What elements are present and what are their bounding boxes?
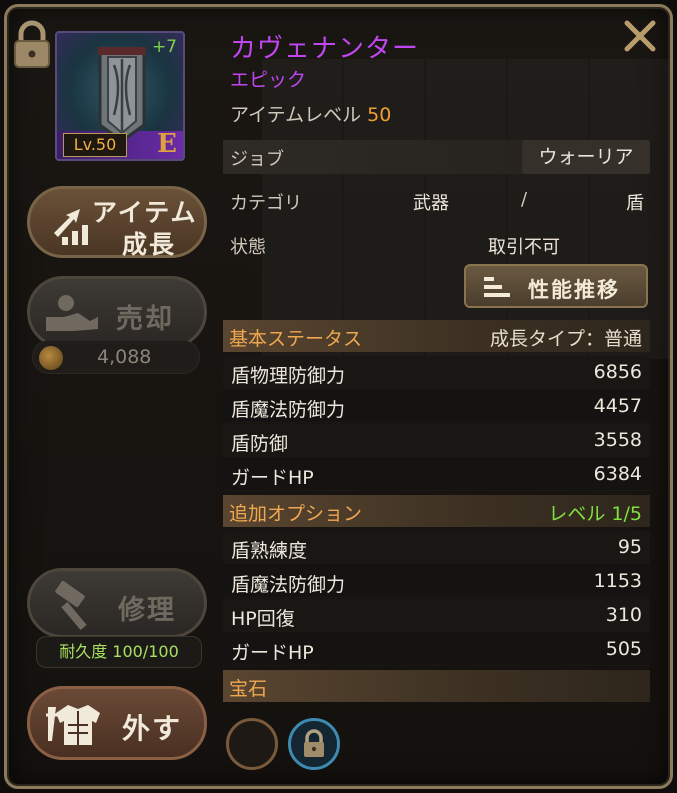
category-separator: / <box>521 189 528 210</box>
close-icon[interactable] <box>622 18 658 54</box>
chart-steps-icon <box>484 277 510 297</box>
category-main: 武器 <box>413 193 449 214</box>
item-level-badge: Lv.50 <box>63 133 127 157</box>
stat-value: 1153 <box>593 570 642 592</box>
stat-row: 盾魔法防御力 4457 <box>223 390 650 423</box>
basic-status-header: 基本ステータス 成長タイプ：普通 <box>223 320 650 352</box>
grow-label-line2: 成長 <box>122 230 177 259</box>
durability: 耐久度 100/100 <box>36 636 202 668</box>
state-value: 取引不可 <box>488 237 560 258</box>
repair-label: 修理 <box>118 595 176 626</box>
lock-icon[interactable] <box>12 20 52 70</box>
stat-row: ガードHP 6384 <box>223 458 650 491</box>
repair-button[interactable]: 修理 <box>27 568 207 638</box>
job-value: ウォーリア <box>522 140 650 174</box>
state-row: 状態 取引不可 <box>223 230 650 260</box>
stat-value: 4457 <box>593 395 642 417</box>
growth-arrow-icon <box>54 209 88 245</box>
stat-label: 盾防御 <box>231 433 289 455</box>
item-rarity: エピック <box>230 69 307 91</box>
gem-slot-locked[interactable] <box>288 718 340 770</box>
stat-row: 盾魔法防御力 1153 <box>223 565 650 598</box>
coin-display: 4,088 <box>32 340 200 374</box>
item-grade-icon: E <box>157 129 177 159</box>
item-level-line: アイテムレベル 50 <box>230 100 391 127</box>
sell-button[interactable]: 売却 <box>27 276 207 348</box>
category-row: カテゴリ 武器 / 盾 <box>223 185 650 215</box>
performance-button-label: 性能推移 <box>528 278 620 302</box>
stat-row: 盾熟練度 95 <box>223 531 650 564</box>
stat-label: 盾物理防御力 <box>231 365 346 387</box>
stat-value: 3558 <box>593 429 642 451</box>
state-label: 状態 <box>230 237 266 258</box>
armor-icon <box>46 705 100 745</box>
stat-label: HP回復 <box>231 608 295 630</box>
stat-row: 盾防御 3558 <box>223 424 650 457</box>
gem-slot-empty[interactable] <box>226 718 278 770</box>
performance-transition-button[interactable]: 性能推移 <box>464 264 648 308</box>
lock-icon <box>304 729 324 757</box>
gems-header: 宝石 <box>223 670 650 702</box>
sell-label: 売却 <box>116 304 174 335</box>
extra-options-title: 追加オプション <box>229 503 363 525</box>
stat-value: 310 <box>605 604 642 626</box>
enhance-level: +7 <box>151 37 177 57</box>
unequip-button[interactable]: 外す <box>27 686 207 760</box>
stat-label: 盾熟練度 <box>231 540 308 562</box>
item-level-value: 50 <box>367 104 392 126</box>
item-icon-frame: +7 Lv.50 E <box>55 31 185 161</box>
coin-icon <box>39 346 63 370</box>
stat-label: 盾魔法防御力 <box>231 399 346 421</box>
extra-options-header: 追加オプション レベル 1/5 <box>223 495 650 527</box>
stat-row: HP回復 310 <box>223 599 650 632</box>
option-level: レベル 1/5 <box>548 503 642 525</box>
unequip-label: 外す <box>122 712 183 745</box>
stat-label: ガードHP <box>231 642 314 664</box>
stat-value: 505 <box>605 638 642 660</box>
job-label: ジョブ <box>230 149 284 170</box>
category-label: カテゴリ <box>230 193 302 214</box>
stat-row: 盾物理防御力 6856 <box>223 356 650 389</box>
hand-coin-icon <box>46 295 98 331</box>
hammer-icon <box>55 581 87 631</box>
gems-title: 宝石 <box>229 678 268 700</box>
stat-value: 95 <box>617 536 642 558</box>
growth-type: 成長タイプ：普通 <box>489 328 642 350</box>
stat-row: ガードHP 505 <box>223 633 650 666</box>
coin-amount: 4,088 <box>97 346 152 368</box>
basic-status-title: 基本ステータス <box>229 328 363 350</box>
stat-label: 盾魔法防御力 <box>231 574 346 596</box>
shield-icon <box>98 47 146 143</box>
stat-label: ガードHP <box>231 467 314 489</box>
category-sub: 盾 <box>626 193 644 214</box>
grow-label-line1: アイテム <box>92 198 198 227</box>
item-level-label: アイテムレベル <box>230 104 362 126</box>
stat-value: 6856 <box>593 361 642 383</box>
item-name: カヴェナンター <box>230 34 420 64</box>
item-growth-button[interactable]: アイテム 成長 <box>27 186 207 259</box>
stat-value: 6384 <box>593 463 642 485</box>
